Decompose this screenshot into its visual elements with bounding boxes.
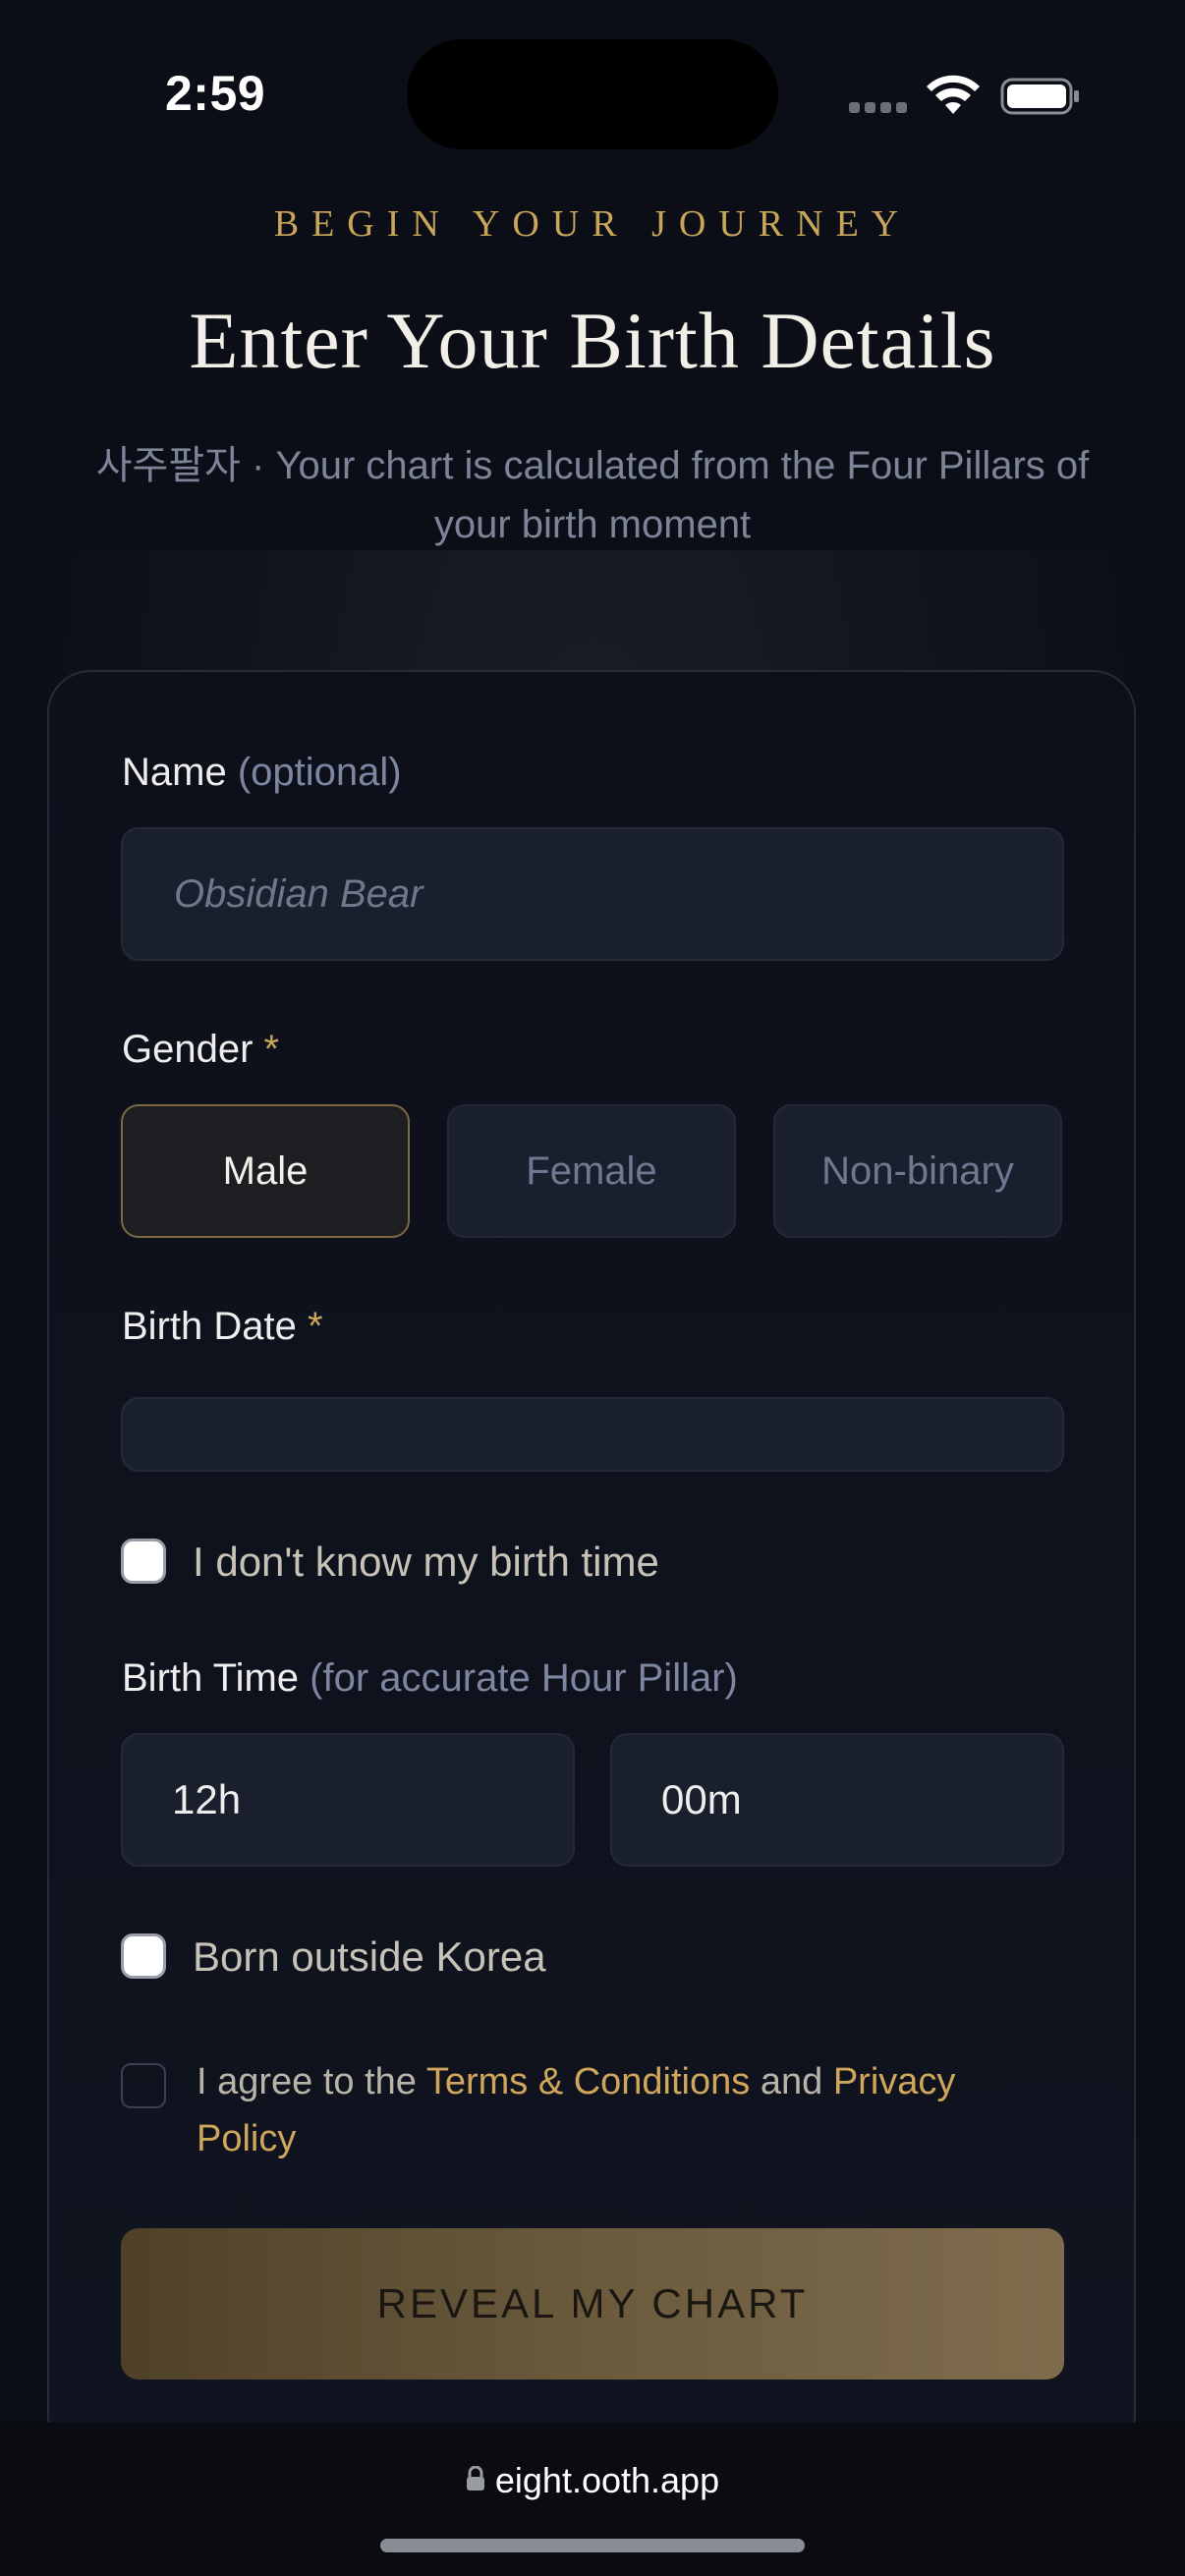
battery-icon	[1000, 78, 1079, 115]
agree-terms-text: I agree to the Terms & Conditions and Pr…	[197, 2053, 1042, 2167]
gender-label-text: Gender	[122, 1028, 254, 1071]
eyebrow-heading: BEGIN YOUR JOURNEY	[273, 203, 912, 245]
page-title: Enter Your Birth Details	[189, 296, 996, 385]
birth-hour-select[interactable]: 12h	[121, 1733, 575, 1867]
unknown-time-label: I don't know my birth time	[193, 1539, 659, 1585]
dynamic-island	[407, 39, 778, 149]
birth-minute-select[interactable]: 00m	[610, 1733, 1064, 1867]
name-label-text: Name	[122, 751, 227, 794]
lock-icon	[466, 2466, 484, 2492]
birth-date-required-mark: *	[307, 1305, 323, 1348]
name-input[interactable]: Obsidian Bear	[121, 827, 1064, 961]
reveal-chart-button[interactable]: REVEAL MY CHART	[121, 2228, 1064, 2380]
gender-option-non-binary[interactable]: Non-binary	[773, 1104, 1062, 1238]
agree-terms-checkbox[interactable]	[121, 2063, 166, 2108]
birth-time-label-suffix: (for accurate Hour Pillar)	[310, 1656, 738, 1700]
home-indicator[interactable]	[380, 2539, 805, 2552]
gender-option-female[interactable]: Female	[447, 1104, 736, 1238]
wifi-icon	[927, 75, 980, 114]
url-text: eight.ooth.app	[494, 2460, 720, 2500]
status-time: 2:59	[165, 66, 266, 121]
agree-prefix: I agree to the	[197, 2061, 426, 2102]
gender-required-mark: *	[263, 1028, 280, 1071]
birth-date-label-text: Birth Date	[122, 1305, 297, 1348]
address-bar[interactable]: eight.ooth.app	[0, 2460, 1185, 2501]
gender-label: Gender *	[122, 1028, 279, 1072]
agree-middle: and	[750, 2061, 833, 2102]
cellular-signal-icon	[849, 102, 908, 116]
born-outside-korea-checkbox[interactable]	[121, 1933, 166, 1979]
gender-option-male[interactable]: Male	[121, 1104, 410, 1238]
name-placeholder: Obsidian Bear	[174, 871, 423, 916]
birth-time-label-text: Birth Time	[122, 1656, 300, 1700]
name-label-suffix: (optional)	[237, 751, 402, 794]
terms-link[interactable]: Terms & Conditions	[426, 2061, 750, 2102]
unknown-time-checkbox[interactable]	[121, 1539, 166, 1584]
name-label: Name (optional)	[122, 751, 402, 795]
birth-time-label: Birth Time (for accurate Hour Pillar)	[122, 1656, 738, 1701]
birth-date-label: Birth Date *	[122, 1305, 323, 1349]
birth-date-input[interactable]	[121, 1397, 1064, 1472]
born-outside-korea-label: Born outside Korea	[193, 1933, 546, 1980]
status-bar: 2:59	[0, 0, 1185, 187]
page-subtitle: 사주팔자 · Your chart is calculated from the…	[95, 444, 1090, 546]
